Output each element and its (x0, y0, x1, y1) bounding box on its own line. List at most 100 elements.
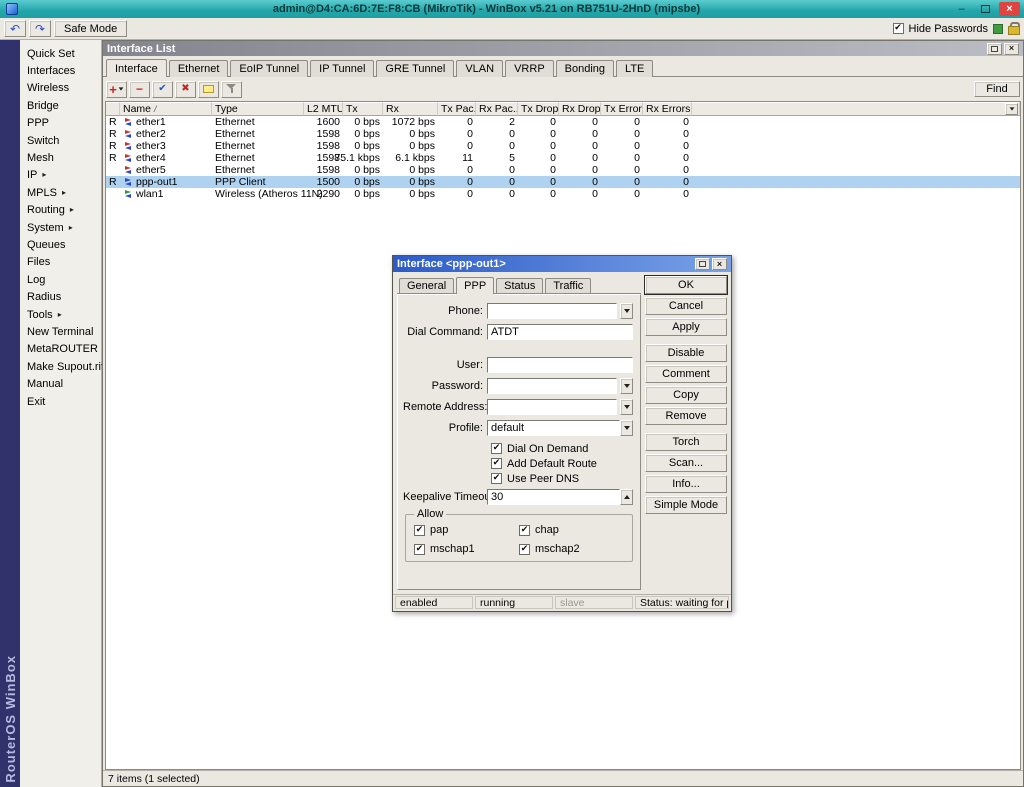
column-select-button[interactable] (1005, 103, 1018, 115)
simple-mode-button[interactable]: Simple Mode (645, 496, 727, 514)
safe-mode-button[interactable]: Safe Mode (54, 20, 127, 37)
sidebar-item-radius[interactable]: Radius (20, 288, 101, 305)
sidebar-item-system[interactable]: System▸ (20, 219, 101, 236)
tab-ip-tunnel[interactable]: IP Tunnel (310, 60, 374, 77)
column-header-flag[interactable] (106, 102, 120, 116)
tab-lte[interactable]: LTE (616, 60, 653, 77)
column-header-rx[interactable]: Rx (383, 102, 438, 116)
sidebar-item-exit[interactable]: Exit (20, 393, 101, 410)
hide-passwords-checkbox[interactable] (893, 23, 904, 34)
add-default-route-checkbox[interactable] (491, 458, 502, 469)
tab-eoip-tunnel[interactable]: EoIP Tunnel (230, 60, 308, 77)
table-row-ether4[interactable]: Rether4Ethernet159875.1 kbps6.1 kbps1150… (106, 152, 1020, 164)
user-input[interactable] (487, 357, 633, 373)
minimize-button[interactable]: – (951, 2, 972, 16)
tab-gre-tunnel[interactable]: GRE Tunnel (376, 60, 454, 77)
column-header-l2mtu[interactable]: L2 MTU (304, 102, 343, 116)
dialog-tab-ppp[interactable]: PPP (456, 277, 494, 294)
sidebar-item-manual[interactable]: Manual (20, 375, 101, 392)
sidebar-item-log[interactable]: Log (20, 271, 101, 288)
remote-address-input[interactable] (487, 399, 617, 415)
profile-dropdown-button[interactable] (620, 420, 633, 436)
sidebar-item-files[interactable]: Files (20, 254, 101, 271)
filter-button[interactable] (221, 81, 242, 98)
remove-button[interactable]: Remove (645, 407, 727, 425)
allow-chap-checkbox[interactable] (519, 525, 530, 536)
column-header-txp[interactable]: Tx Pac... (438, 102, 476, 116)
keepalive-up-button[interactable] (620, 489, 633, 505)
column-header-rxp[interactable]: Rx Pac... (476, 102, 518, 116)
password-dropdown-button[interactable] (620, 378, 633, 394)
disable-interface-button[interactable]: ✖ (175, 81, 196, 98)
table-row-wlan1[interactable]: wlan1Wireless (Atheros 11N)22900 bps0 bp… (106, 188, 1020, 200)
apply-button[interactable]: Apply (645, 318, 727, 336)
cancel-button[interactable]: Cancel (645, 297, 727, 315)
table-row-ether2[interactable]: Rether2Ethernet15980 bps0 bps000000 (106, 128, 1020, 140)
sidebar-item-bridge[interactable]: Bridge (20, 97, 101, 114)
column-header-rxe[interactable]: Rx Errors (643, 102, 692, 116)
tab-vlan[interactable]: VLAN (456, 60, 503, 77)
ok-button[interactable]: OK (645, 276, 727, 294)
sidebar-item-queues[interactable]: Queues (20, 236, 101, 253)
tab-ethernet[interactable]: Ethernet (169, 60, 229, 77)
tab-interface[interactable]: Interface (106, 59, 167, 77)
use-peer-dns-checkbox[interactable] (491, 473, 502, 484)
dialog-tab-traffic[interactable]: Traffic (545, 278, 591, 293)
keepalive-input[interactable] (487, 489, 620, 505)
column-header-tx[interactable]: Tx (343, 102, 383, 116)
sidebar-item-interfaces[interactable]: Interfaces (20, 62, 101, 79)
add-interface-button[interactable]: + (106, 81, 127, 98)
comment-button[interactable] (198, 81, 219, 98)
column-header-rxd[interactable]: Rx Drops (559, 102, 601, 116)
undo-button[interactable]: ↶ (4, 20, 26, 37)
find-button[interactable]: Find (974, 81, 1020, 97)
disable-button[interactable]: Disable (645, 344, 727, 362)
sidebar-item-wireless[interactable]: Wireless (20, 80, 101, 97)
column-header-txd[interactable]: Tx Drops (518, 102, 559, 116)
comment-button[interactable]: Comment (645, 365, 727, 383)
redo-button[interactable]: ↷ (29, 20, 51, 37)
sidebar-item-tools[interactable]: Tools▸ (20, 306, 101, 323)
profile-input[interactable] (487, 420, 620, 436)
sidebar-item-ppp[interactable]: PPP (20, 115, 101, 132)
remote-address-dropdown-button[interactable] (620, 399, 633, 415)
interface-list-close-button[interactable]: × (1004, 43, 1019, 55)
tab-vrrp[interactable]: VRRP (505, 60, 554, 77)
close-button[interactable]: × (999, 2, 1020, 16)
info-button[interactable]: Info... (645, 475, 727, 493)
sidebar-item-mpls[interactable]: MPLS▸ (20, 184, 101, 201)
sidebar-item-switch[interactable]: Switch (20, 132, 101, 149)
column-header-txe[interactable]: Tx Errors (601, 102, 643, 116)
dialog-restore-button[interactable] (695, 258, 710, 270)
dialog-tab-general[interactable]: General (399, 278, 454, 293)
interface-list-restore-button[interactable] (987, 43, 1002, 55)
scan-button[interactable]: Scan... (645, 454, 727, 472)
enable-interface-button[interactable]: ✔ (152, 81, 173, 98)
remove-interface-button[interactable]: − (129, 81, 150, 98)
phone-dropdown-button[interactable] (620, 303, 633, 319)
column-header-type[interactable]: Type (212, 102, 304, 116)
table-row-ether5[interactable]: ether5Ethernet15980 bps0 bps000000 (106, 164, 1020, 176)
sidebar-item-mesh[interactable]: Mesh (20, 149, 101, 166)
allow-mschap2-checkbox[interactable] (519, 544, 530, 555)
sidebar-item-make-supout-rif[interactable]: Make Supout.rif (20, 358, 101, 375)
table-row-ether3[interactable]: Rether3Ethernet15980 bps0 bps000000 (106, 140, 1020, 152)
sidebar-item-metarouter[interactable]: MetaROUTER (20, 341, 101, 358)
column-header-name[interactable]: Name/ (120, 102, 212, 116)
sidebar-item-routing[interactable]: Routing▸ (20, 202, 101, 219)
phone-input[interactable] (487, 303, 617, 319)
dialog-close-button[interactable]: × (712, 258, 727, 270)
password-input[interactable] (487, 378, 617, 394)
sidebar-item-new-terminal[interactable]: New Terminal (20, 323, 101, 340)
allow-mschap1-checkbox[interactable] (414, 544, 425, 555)
sidebar-item-quick-set[interactable]: Quick Set (20, 45, 101, 62)
tab-bonding[interactable]: Bonding (556, 60, 614, 77)
dial-command-input[interactable] (487, 324, 633, 340)
allow-pap-checkbox[interactable] (414, 525, 425, 536)
maximize-button[interactable] (975, 2, 996, 16)
table-row-ether1[interactable]: Rether1Ethernet16000 bps1072 bps020000 (106, 116, 1020, 128)
sidebar-item-ip[interactable]: IP▸ (20, 167, 101, 184)
dialog-tab-status[interactable]: Status (496, 278, 543, 293)
torch-button[interactable]: Torch (645, 433, 727, 451)
table-row-ppp-out1[interactable]: Rppp-out1PPP Client15000 bps0 bps000000 (106, 176, 1020, 188)
